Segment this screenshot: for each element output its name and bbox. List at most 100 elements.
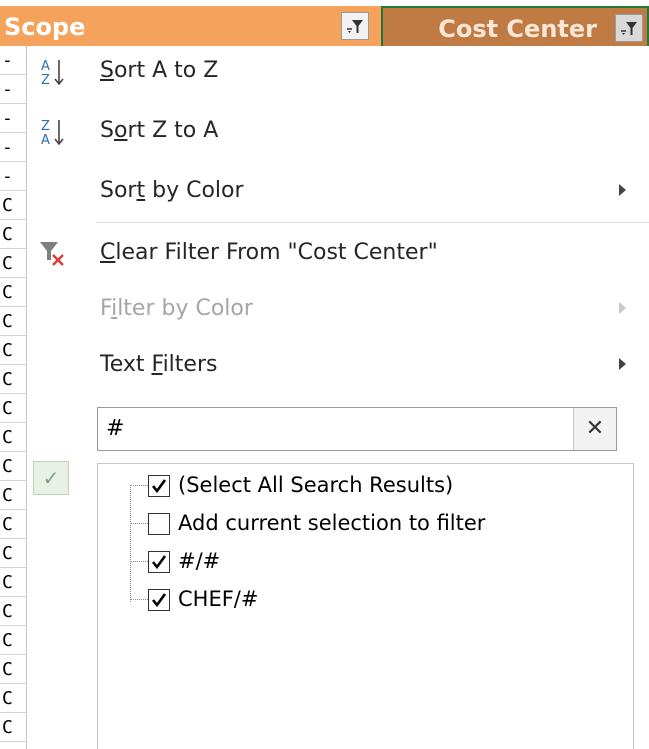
scope-cell[interactable]: C [0, 626, 26, 655]
scope-cell-text: - [2, 79, 13, 100]
scope-cell-text: - [2, 108, 13, 129]
check-icon [151, 479, 167, 494]
clear-search-button[interactable]: ✕ [573, 408, 616, 450]
scope-cell[interactable]: C [0, 597, 26, 626]
filter-icon [347, 20, 363, 33]
tree-connector-line [130, 561, 148, 562]
scope-cell[interactable]: C [0, 510, 26, 539]
scope-cell-text: C [2, 282, 13, 303]
check-icon [151, 555, 167, 570]
scope-cell[interactable]: C [0, 220, 26, 249]
scope-header-label: Scope [4, 13, 86, 41]
scope-cell[interactable]: C [0, 365, 26, 394]
filter-value-item[interactable]: Add current selection to filter [130, 506, 630, 540]
scope-cell-text: C [2, 572, 13, 593]
scope-cell[interactable]: - [0, 133, 26, 162]
filter-search-box[interactable]: # ✕ [97, 407, 617, 451]
filter-value-label: (Select All Search Results) [178, 473, 454, 497]
scope-cell-text: C [2, 369, 13, 390]
scope-cell-text: C [2, 311, 13, 332]
menu-item-sort-by-color[interactable]: Sort by Color [27, 166, 649, 216]
menu-item-clear-filter[interactable]: Clear Filter From "Cost Center" [27, 228, 649, 278]
scope-column-cells: -----CCCCCCCCCCCCCCCCCCC [0, 46, 26, 749]
scope-cell[interactable]: C [0, 191, 26, 220]
filter-value-label: CHEF/# [178, 587, 259, 611]
filter-value-label: #/# [178, 549, 221, 573]
scope-cell-text: C [2, 224, 13, 245]
scope-cell[interactable]: C [0, 481, 26, 510]
submenu-arrow-icon [619, 358, 626, 370]
checkbox[interactable] [148, 475, 170, 497]
scope-cell-text: C [2, 485, 13, 506]
scope-cell[interactable]: C [0, 684, 26, 713]
scope-cell[interactable]: C [0, 423, 26, 452]
scope-cell-text: C [2, 543, 13, 564]
scope-cell-text: C [2, 427, 13, 448]
scope-cell[interactable]: C [0, 249, 26, 278]
text-filters-label: Text Filters [100, 352, 218, 377]
scope-cell[interactable]: C [0, 568, 26, 597]
svg-text:Z: Z [41, 119, 50, 134]
filter-value-item[interactable]: #/# [130, 544, 630, 578]
filter-values-list: (Select All Search Results) Add current s… [97, 463, 634, 749]
clear-filter-icon [40, 242, 64, 266]
scope-cell[interactable]: - [0, 162, 26, 191]
menu-item-sort-a-to-z[interactable]: A Z Sort A to Z [27, 46, 649, 96]
filter-active-icon [621, 22, 637, 35]
sort-a-to-z-label: Sort A to Z [100, 58, 219, 83]
filter-value-label: Add current selection to filter [178, 511, 486, 535]
checkbox[interactable] [148, 551, 170, 573]
checkbox[interactable] [148, 589, 170, 611]
check-icon [151, 593, 167, 608]
cost-center-header-label: Cost Center [438, 15, 597, 43]
filter-value-item[interactable]: CHEF/# [130, 582, 630, 616]
menu-item-sort-z-to-a[interactable]: Z A Sort Z to A [27, 106, 649, 156]
scope-cell[interactable]: C [0, 336, 26, 365]
menu-separator [97, 222, 649, 223]
scope-cell[interactable]: C [0, 307, 26, 336]
scope-cell-text: C [2, 688, 13, 709]
scope-cell[interactable]: - [0, 46, 26, 75]
tree-connector-line [130, 523, 148, 524]
scope-cell[interactable]: C [0, 394, 26, 423]
submenu-arrow-icon [619, 184, 626, 196]
clear-filter-label: Clear Filter From "Cost Center" [100, 240, 438, 265]
scope-cell[interactable]: - [0, 75, 26, 104]
svg-text:A: A [41, 59, 50, 74]
sort-z-to-a-label: Sort Z to A [100, 118, 219, 143]
scope-cell[interactable]: C [0, 655, 26, 684]
scope-cell-text: C [2, 398, 13, 419]
scope-cell[interactable]: C [0, 278, 26, 307]
svg-text:Z: Z [41, 73, 50, 88]
svg-text:A: A [41, 133, 50, 148]
scope-cell[interactable]: C [0, 452, 26, 481]
sort-descending-icon: Z A [41, 119, 64, 148]
scope-column-header[interactable]: Scope [0, 6, 381, 46]
autofilter-dropdown-menu: A Z Sort A to Z Z A Sort Z to A Sort by … [26, 46, 649, 749]
cost-center-filter-button[interactable] [615, 14, 643, 42]
scope-cell-text: - [2, 137, 13, 158]
scope-cell-text: C [2, 659, 13, 680]
search-input-value[interactable]: # [106, 416, 124, 441]
scope-cell[interactable]: C [0, 539, 26, 568]
sort-by-color-label: Sort by Color [100, 178, 244, 203]
tree-connector-line [130, 485, 148, 486]
scope-cell-text: C [2, 630, 13, 651]
scope-cell-text: C [2, 456, 13, 477]
scope-cell-text: C [2, 514, 13, 535]
scope-cell-text: C [2, 195, 13, 216]
scope-cell[interactable]: C [0, 713, 26, 742]
filter-by-color-label: Filter by Color [100, 296, 253, 321]
submenu-arrow-icon [619, 302, 626, 314]
scope-cell-text: C [2, 340, 13, 361]
checkbox[interactable] [148, 513, 170, 535]
column-header-row: Scope Cost Center [0, 0, 649, 46]
scope-cell-text: C [2, 601, 13, 622]
sort-ascending-icon: A Z [41, 59, 64, 88]
scope-filter-button[interactable] [341, 12, 369, 40]
scope-cell-text: - [2, 50, 13, 71]
scope-cell[interactable]: - [0, 104, 26, 133]
filter-value-item[interactable]: (Select All Search Results) [130, 468, 630, 502]
cost-center-column-header[interactable]: Cost Center [381, 6, 649, 46]
menu-item-text-filters[interactable]: Text Filters [27, 340, 649, 390]
